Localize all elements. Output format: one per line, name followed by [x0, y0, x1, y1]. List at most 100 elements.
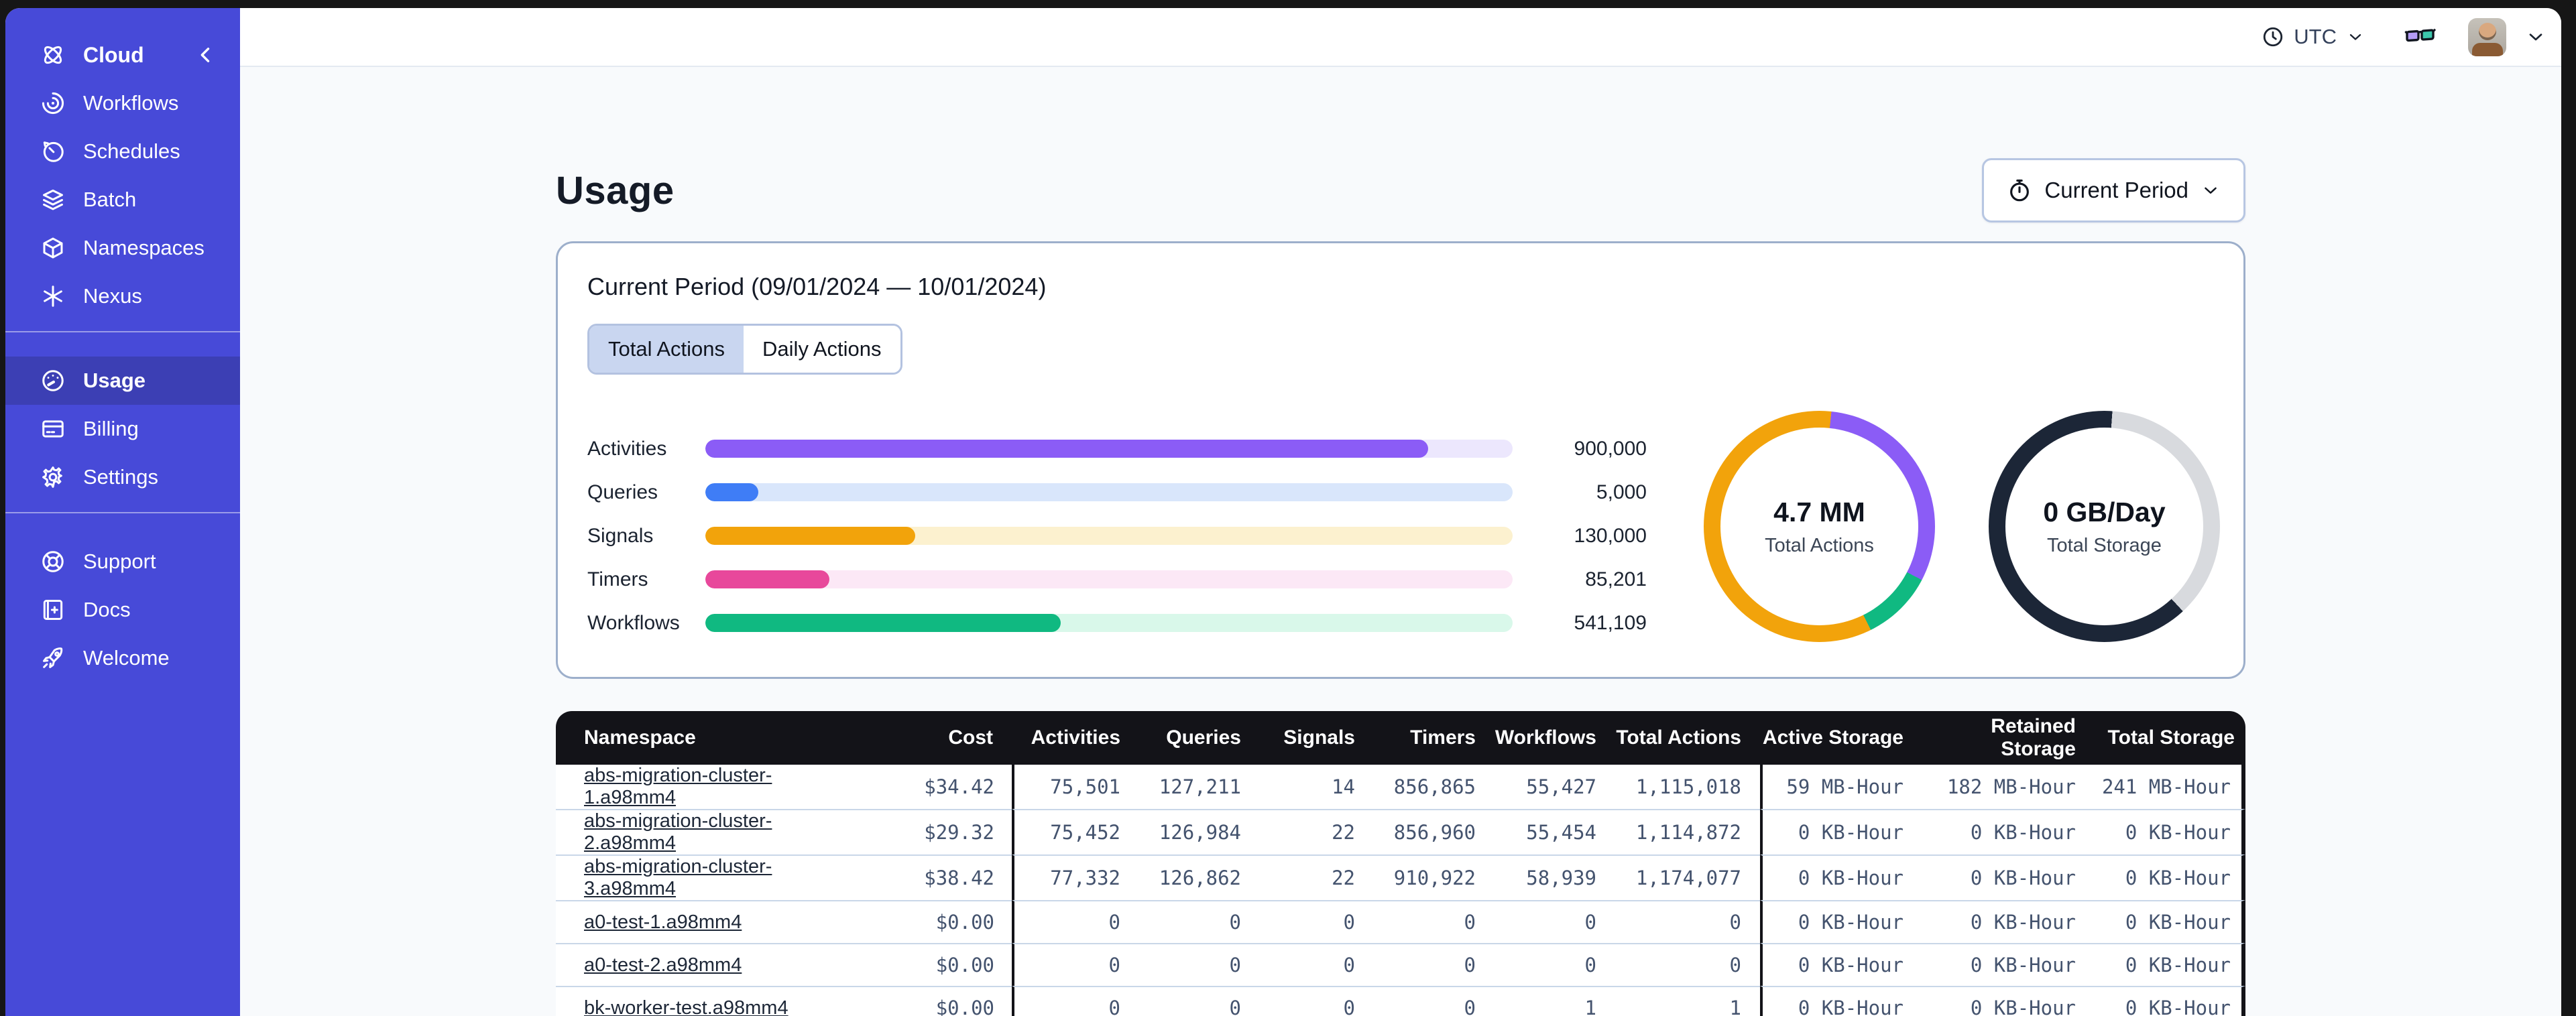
- cell-activities: 77,332: [1012, 854, 1139, 900]
- cell-active-storage: 0 KB-Hour: [1760, 854, 1928, 900]
- period-selector-button[interactable]: Current Period: [1982, 158, 2245, 223]
- column-header-cost: Cost: [858, 711, 1012, 765]
- sidebar-item-docs[interactable]: Docs: [5, 586, 240, 634]
- welcome-rocket-icon: [43, 647, 63, 668]
- namespace-link[interactable]: a0-test-2.a98mm4: [584, 954, 742, 976]
- cell-active-storage: 0 KB-Hour: [1760, 900, 1928, 943]
- tab-daily-actions[interactable]: Daily Actions: [744, 326, 900, 373]
- sidebar-item-workflows[interactable]: Workflows: [5, 79, 240, 127]
- cell-total-storage: 0 KB-Hour: [2092, 943, 2245, 986]
- cell-cost: $0.00: [858, 943, 1012, 986]
- cell-active-storage: 59 MB-Hour: [1760, 765, 1928, 809]
- sidebar: Cloud Workflows Schedules Batch Namespac…: [5, 8, 240, 1016]
- sidebar-item-welcome[interactable]: Welcome: [5, 634, 240, 682]
- bar-fill: [705, 527, 916, 545]
- sidebar-brand-cloud[interactable]: Cloud: [5, 31, 240, 79]
- cell-namespace: abs-migration-cluster-2.a98mm4: [556, 809, 858, 854]
- cell-cost: $0.00: [858, 900, 1012, 943]
- usage-chart-area: Activities 900,000 Queries 5,000 Signals…: [587, 411, 2220, 645]
- timezone-selector[interactable]: UTC: [2262, 25, 2365, 49]
- cell-cost: $34.42: [858, 765, 1012, 809]
- chevron-down-icon: [2205, 187, 2217, 194]
- cell-activities: 0: [1012, 900, 1139, 943]
- bar-value: 900,000: [1574, 437, 1647, 460]
- cell-total-storage: 0 KB-Hour: [2092, 854, 2245, 900]
- cell-activities: 75,501: [1012, 765, 1139, 809]
- cell-namespace: a0-test-2.a98mm4: [556, 943, 858, 986]
- bar-track: [705, 614, 1513, 632]
- user-menu-button[interactable]: [2525, 26, 2546, 48]
- feedback-glasses-button[interactable]: [2404, 23, 2437, 51]
- bar-fill: [705, 570, 830, 588]
- cell-total-actions: 0: [1615, 943, 1760, 986]
- docs-book-icon: [43, 600, 63, 620]
- actions-tab-group: Total Actions Daily Actions: [587, 324, 902, 375]
- sidebar-item-schedules[interactable]: Schedules: [5, 127, 240, 176]
- sidebar-item-billing[interactable]: Billing: [5, 405, 240, 453]
- cell-active-storage: 0 KB-Hour: [1760, 809, 1928, 854]
- table-row: abs-migration-cluster-2.a98mm4 $29.32 75,4…: [556, 809, 2245, 854]
- sidebar-brand-label: Cloud: [83, 42, 144, 67]
- bar-fill: [705, 483, 759, 501]
- glasses-icon: [2404, 28, 2437, 42]
- bar-label: Activities: [587, 437, 667, 460]
- bar-value: 541,109: [1574, 611, 1647, 634]
- sidebar-item-label: Settings: [83, 465, 159, 489]
- cell-signals: 0: [1260, 900, 1374, 943]
- cell-queries: 126,984: [1139, 809, 1260, 854]
- cell-retained-storage: 0 KB-Hour: [1928, 854, 2092, 900]
- sidebar-divider: [5, 512, 240, 513]
- namespace-link[interactable]: abs-migration-cluster-1.a98mm4: [584, 765, 772, 808]
- bar-track: [705, 483, 1513, 501]
- sidebar-item-settings[interactable]: Settings: [5, 453, 240, 501]
- sidebar-item-label: Usage: [83, 369, 146, 392]
- cell-activities: 0: [1012, 986, 1139, 1016]
- bar-label: Signals: [587, 524, 654, 547]
- cell-workflows: 55,427: [1495, 765, 1615, 809]
- tab-total-actions[interactable]: Total Actions: [589, 326, 744, 373]
- table-row: a0-test-1.a98mm4 $0.00 0 0 0 0 0 0 0 KB-Hour 0 KB…: [556, 900, 2245, 943]
- page-title: Usage: [556, 168, 675, 212]
- sidebar-item-batch[interactable]: Batch: [5, 176, 240, 224]
- bar-value: 5,000: [1596, 481, 1647, 503]
- cloud-orbit-icon: [44, 46, 62, 64]
- namespace-link[interactable]: abs-migration-cluster-2.a98mm4: [584, 810, 772, 854]
- cell-total-storage: 0 KB-Hour: [2092, 986, 2245, 1016]
- column-header-timers: Timers: [1374, 711, 1495, 765]
- sidebar-item-namespaces[interactable]: Namespaces: [5, 224, 240, 272]
- namespace-link[interactable]: a0-test-1.a98mm4: [584, 911, 742, 933]
- sidebar-item-usage[interactable]: Usage: [5, 357, 240, 405]
- cell-namespace: bk-worker-test.a98mm4: [556, 986, 858, 1016]
- sidebar-item-label: Welcome: [83, 646, 170, 670]
- cell-queries: 126,862: [1139, 854, 1260, 900]
- cell-queries: 0: [1139, 900, 1260, 943]
- user-avatar[interactable]: [2468, 17, 2506, 56]
- billing-card-icon: [42, 420, 64, 438]
- cell-workflows: 0: [1495, 943, 1615, 986]
- sidebar-item-support[interactable]: Support: [5, 537, 240, 586]
- total-storage-value: 0 GB/Day: [2043, 496, 2166, 527]
- clock-icon: [2264, 27, 2283, 47]
- bar-fill: [705, 614, 1061, 632]
- cell-namespace: abs-migration-cluster-3.a98mm4: [556, 854, 858, 900]
- usage-gauge-icon: [42, 370, 64, 391]
- bar-value: 85,201: [1585, 568, 1647, 590]
- bar-label: Queries: [587, 481, 658, 503]
- namespace-link[interactable]: abs-migration-cluster-3.a98mm4: [584, 856, 772, 899]
- cell-active-storage: 0 KB-Hour: [1760, 943, 1928, 986]
- batch-layers-icon: [43, 189, 63, 210]
- sidebar-item-nexus[interactable]: Nexus: [5, 272, 240, 320]
- sidebar-item-label: Workflows: [83, 91, 179, 115]
- total-actions-label: Total Actions: [1765, 534, 1874, 556]
- namespace-usage-table: Namespace Cost Activities Queries Signals Tim…: [556, 711, 2245, 1016]
- table-row: abs-migration-cluster-3.a98mm4 $38.42 77,3…: [556, 854, 2245, 900]
- column-header-total-actions: Total Actions: [1615, 711, 1760, 765]
- bar-chart-row: Timers 85,201: [587, 558, 1647, 601]
- cell-workflows: 58,939: [1495, 854, 1615, 900]
- table-header-row: Namespace Cost Activities Queries Signals Tim…: [556, 711, 2245, 765]
- cell-namespace: a0-test-1.a98mm4: [556, 900, 858, 943]
- column-header-total-storage: Total Storage: [2092, 711, 2245, 765]
- total-storage-donut: 0 GB/Day Total Storage: [1989, 411, 2220, 642]
- sidebar-collapse-button[interactable]: [194, 44, 217, 66]
- namespace-link[interactable]: bk-worker-test.a98mm4: [584, 997, 788, 1016]
